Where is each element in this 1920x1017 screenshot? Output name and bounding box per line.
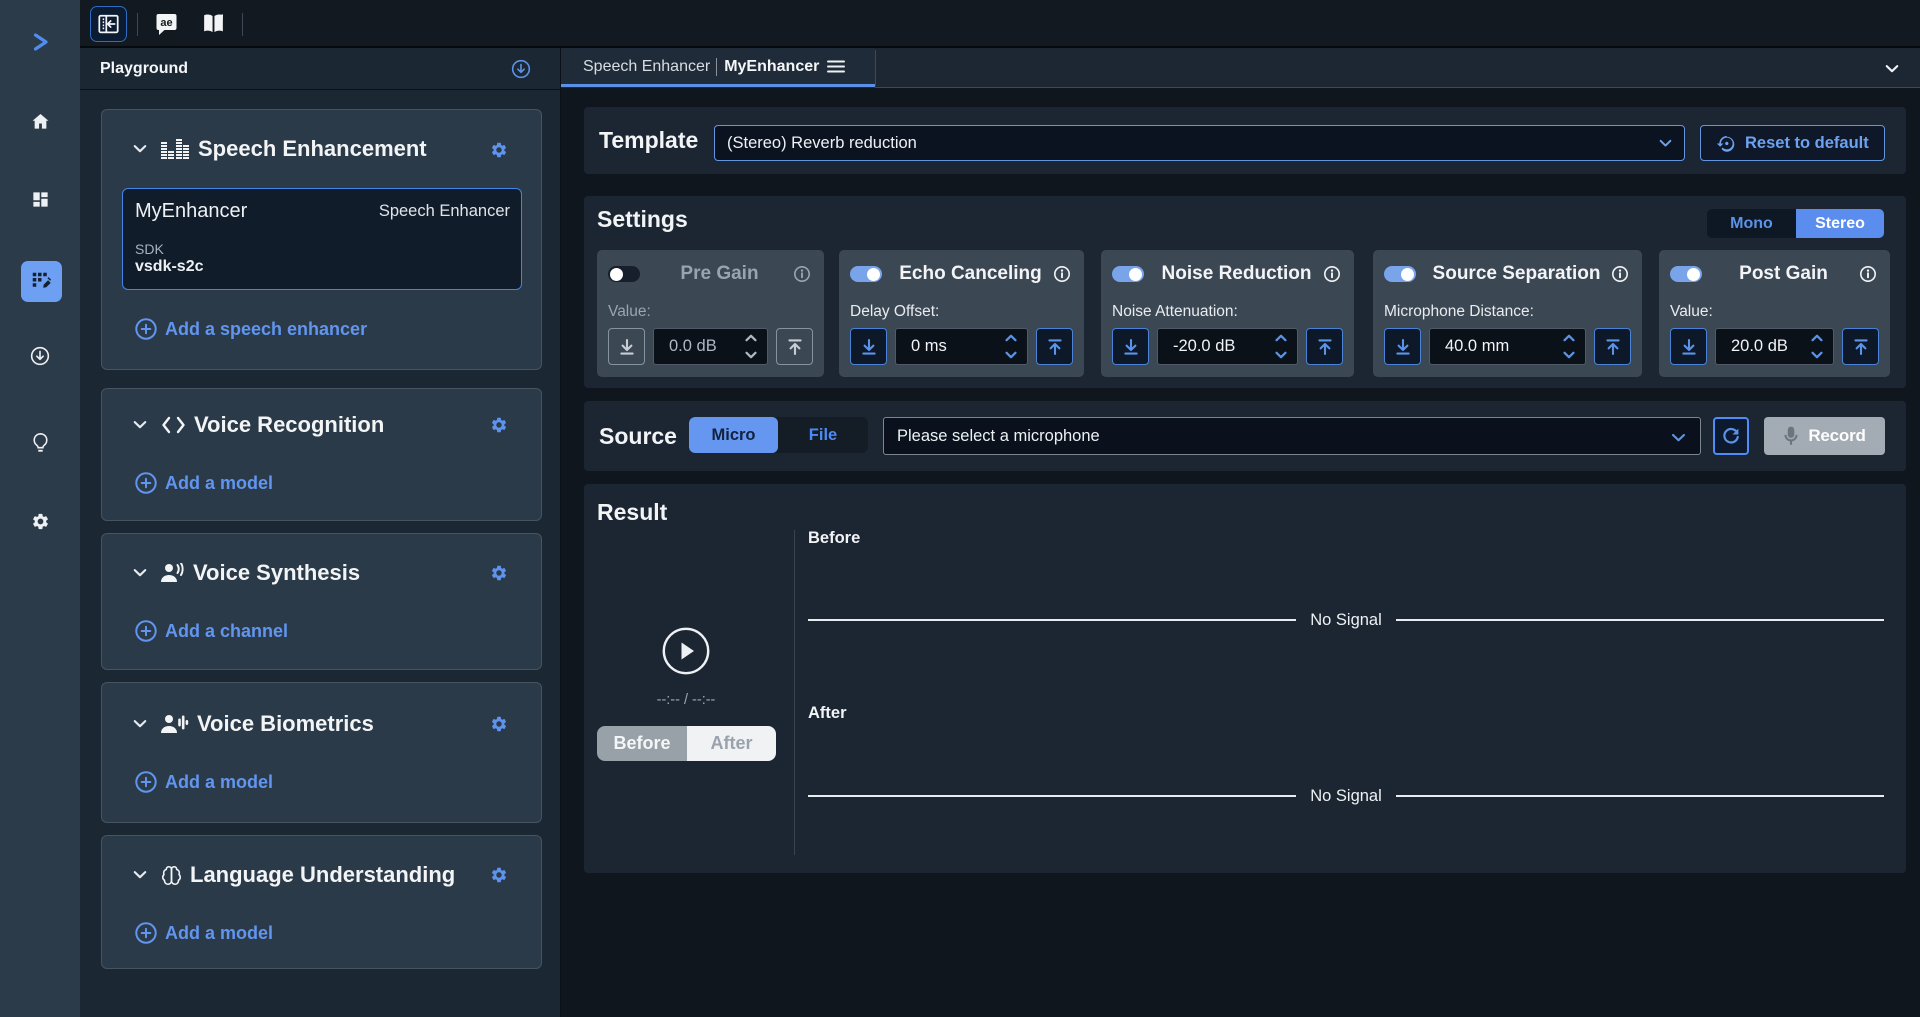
svg-text:ae: ae <box>160 17 172 29</box>
